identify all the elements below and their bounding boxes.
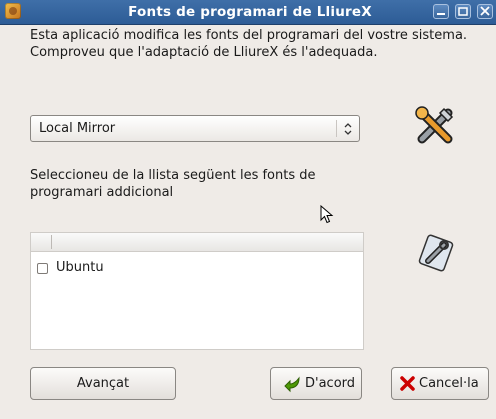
sources-list[interactable]: Ubuntu: [30, 232, 364, 350]
maximize-icon: [458, 7, 468, 16]
mirror-select-value: Local Mirror: [39, 121, 116, 136]
list-item[interactable]: Ubuntu: [31, 259, 363, 279]
list-item-label: Ubuntu: [56, 260, 104, 275]
window-titlebar[interactable]: Fonts de programari de LliureX: [0, 0, 496, 25]
edit-icon: [418, 234, 454, 272]
tools-icon: [415, 106, 454, 144]
cancel-button[interactable]: Cancel·la: [391, 367, 489, 400]
window-title: Fonts de programari de LliureX: [128, 4, 372, 20]
close-button[interactable]: [477, 4, 493, 19]
close-icon: [480, 6, 490, 16]
minimize-button[interactable]: [433, 4, 449, 19]
combo-separator: [336, 120, 337, 137]
description-line-2: Comproveu que l'adaptació de LliureX és …: [30, 45, 378, 60]
mouse-pointer-icon: [320, 205, 334, 224]
additional-label-line-1: Seleccioneu de la llista següent les fon…: [30, 168, 316, 183]
additional-sources-label: Seleccioneu de la llista següent les fon…: [30, 167, 316, 201]
description-line-1: Esta aplicació modifica les fonts del pr…: [30, 28, 468, 43]
advanced-button[interactable]: Avançat: [30, 367, 176, 400]
list-header-divider: [51, 235, 52, 249]
ok-button-label: D'acord: [305, 376, 356, 391]
description-text: Esta aplicació modifica les fonts del pr…: [30, 27, 490, 61]
cancel-icon: [400, 376, 415, 391]
list-header[interactable]: [31, 233, 363, 252]
ubuntu-checkbox[interactable]: [37, 263, 48, 274]
mirror-select[interactable]: Local Mirror: [30, 115, 360, 142]
ok-icon: [284, 376, 300, 393]
lliurex-app-icon[interactable]: [5, 3, 21, 19]
chevron-updown-icon: [344, 123, 352, 135]
ok-button[interactable]: D'acord: [270, 367, 362, 400]
cancel-button-label: Cancel·la: [419, 376, 479, 391]
additional-label-line-2: programari addicional: [30, 185, 174, 200]
maximize-button[interactable]: [455, 4, 471, 19]
advanced-button-label: Avançat: [76, 376, 130, 391]
dialog-body: [0, 25, 496, 419]
minimize-icon: [437, 13, 445, 15]
